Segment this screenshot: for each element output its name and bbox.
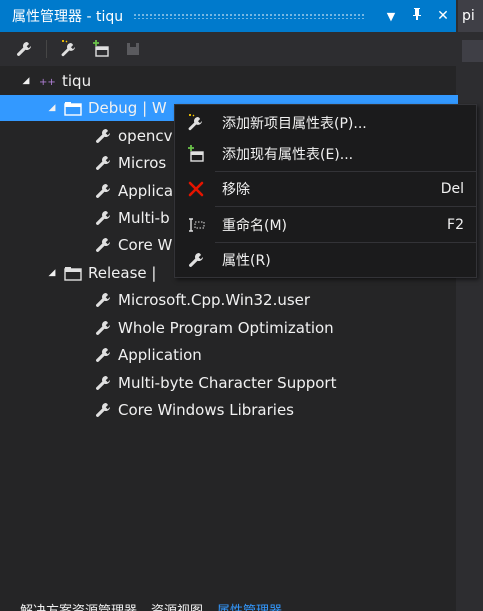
menu-item-remove[interactable]: 移除 Del bbox=[175, 174, 476, 204]
menu-item-add-new-property-sheet[interactable]: 添加新项目属性表(P)... bbox=[175, 108, 476, 138]
panel-title-bar[interactable]: 属性管理器 - tiqu ▼ ✕ bbox=[0, 0, 456, 32]
wrench-icon bbox=[94, 319, 112, 337]
wrench-icon bbox=[94, 374, 112, 392]
tree-item-label: Core Windows Libraries bbox=[118, 401, 294, 419]
tree-item-label: Multi-byte Character Support bbox=[118, 374, 337, 392]
wrench-icon bbox=[185, 249, 207, 271]
tree-root-label: tiqu bbox=[62, 72, 92, 90]
wrench-icon bbox=[94, 291, 112, 309]
menu-item-rename[interactable]: 重命名(M) F2 bbox=[175, 210, 476, 240]
wrench-icon bbox=[94, 236, 112, 254]
collapse-icon[interactable]: ◢ bbox=[46, 103, 58, 113]
menu-item-label: 添加现有属性表(E)... bbox=[222, 147, 354, 163]
svg-text:++: ++ bbox=[39, 77, 55, 87]
bottom-tab-strip: 解决方案资源管理器 资源视图 属性管理器 bbox=[0, 600, 476, 611]
collapse-icon[interactable]: ◢ bbox=[46, 268, 58, 278]
menu-item-label: 属性(R) bbox=[222, 253, 271, 269]
pin-icon[interactable] bbox=[404, 7, 430, 25]
neighbor-panel-combobox[interactable] bbox=[462, 40, 483, 62]
close-icon[interactable]: ✕ bbox=[430, 8, 456, 24]
menu-item-label: 重命名(M) bbox=[222, 218, 288, 234]
add-existing-property-sheet-icon[interactable] bbox=[91, 39, 111, 59]
tree-config-label: Release | bbox=[88, 264, 157, 282]
cpp-project-icon: ++ bbox=[38, 72, 56, 90]
tab-property-manager[interactable]: 属性管理器 bbox=[217, 600, 282, 611]
add-existing-property-sheet-icon bbox=[185, 143, 207, 165]
menu-item-add-existing-property-sheet[interactable]: 添加现有属性表(E)... bbox=[175, 139, 476, 169]
menu-separator bbox=[215, 171, 476, 172]
tree-item-label: Applica bbox=[118, 182, 174, 200]
remove-x-icon bbox=[185, 178, 207, 200]
tree-item-label: Multi-b bbox=[118, 209, 170, 227]
folder-icon bbox=[64, 99, 82, 117]
dropdown-icon[interactable]: ▼ bbox=[378, 10, 404, 23]
tree-item-label: Microsoft.Cpp.Win32.user bbox=[118, 291, 311, 309]
rename-icon bbox=[185, 214, 207, 236]
tab-solution-explorer[interactable]: 解决方案资源管理器 bbox=[20, 600, 137, 611]
properties-wrench-icon[interactable] bbox=[14, 39, 34, 59]
collapse-icon[interactable]: ◢ bbox=[20, 76, 32, 86]
tree-config-label: Debug | W bbox=[88, 99, 167, 117]
tree-item-label: Whole Program Optimization bbox=[118, 319, 334, 337]
wrench-icon bbox=[94, 182, 112, 200]
folder-icon bbox=[64, 264, 82, 282]
tree-item-label: opencv bbox=[118, 127, 173, 145]
property-manager-panel: 属性管理器 - tiqu ▼ ✕ ◢ ++ tiqu ◢ Debug | W o… bbox=[0, 0, 483, 611]
wrench-icon bbox=[94, 209, 112, 227]
wrench-icon bbox=[94, 127, 112, 145]
wrench-icon bbox=[94, 154, 112, 172]
tree-item[interactable]: Multi-byte Character Support bbox=[0, 370, 483, 396]
save-icon[interactable] bbox=[123, 39, 143, 59]
toolbar-separator bbox=[46, 40, 47, 58]
tab-resource-view[interactable]: 资源视图 bbox=[151, 600, 203, 611]
tree-item-label: Core W bbox=[118, 236, 173, 254]
menu-item-label: 添加新项目属性表(P)... bbox=[222, 116, 367, 132]
tree-item-label: Application bbox=[118, 346, 202, 364]
neighbor-panel-tab[interactable]: pi bbox=[458, 0, 483, 32]
panel-toolbar bbox=[0, 32, 456, 66]
menu-item-shortcut: Del bbox=[440, 181, 464, 197]
tree-item[interactable]: Core Windows Libraries bbox=[0, 397, 483, 423]
menu-item-label: 移除 bbox=[222, 182, 250, 198]
context-menu: 添加新项目属性表(P)... 添加现有属性表(E)... 移除 Del 重命名(… bbox=[174, 104, 477, 278]
tree-item[interactable]: Whole Program Optimization bbox=[0, 315, 483, 341]
menu-separator bbox=[215, 242, 476, 243]
menu-separator bbox=[215, 206, 476, 207]
wrench-icon bbox=[94, 401, 112, 419]
tree-root-item[interactable]: ◢ ++ tiqu bbox=[0, 68, 476, 94]
neighbor-panel: pi bbox=[458, 0, 483, 611]
add-new-property-sheet-icon bbox=[185, 112, 207, 134]
title-grip bbox=[133, 13, 366, 19]
wrench-icon bbox=[94, 346, 112, 364]
tree-item[interactable]: Microsoft.Cpp.Win32.user bbox=[0, 287, 483, 313]
add-new-property-sheet-icon[interactable] bbox=[59, 39, 79, 59]
menu-item-properties[interactable]: 属性(R) bbox=[175, 245, 476, 275]
tree-item-label: Micros bbox=[118, 154, 167, 172]
tree-item[interactable]: Application bbox=[0, 342, 483, 368]
panel-title: 属性管理器 - tiqu bbox=[12, 9, 124, 25]
menu-item-shortcut: F2 bbox=[447, 217, 464, 233]
